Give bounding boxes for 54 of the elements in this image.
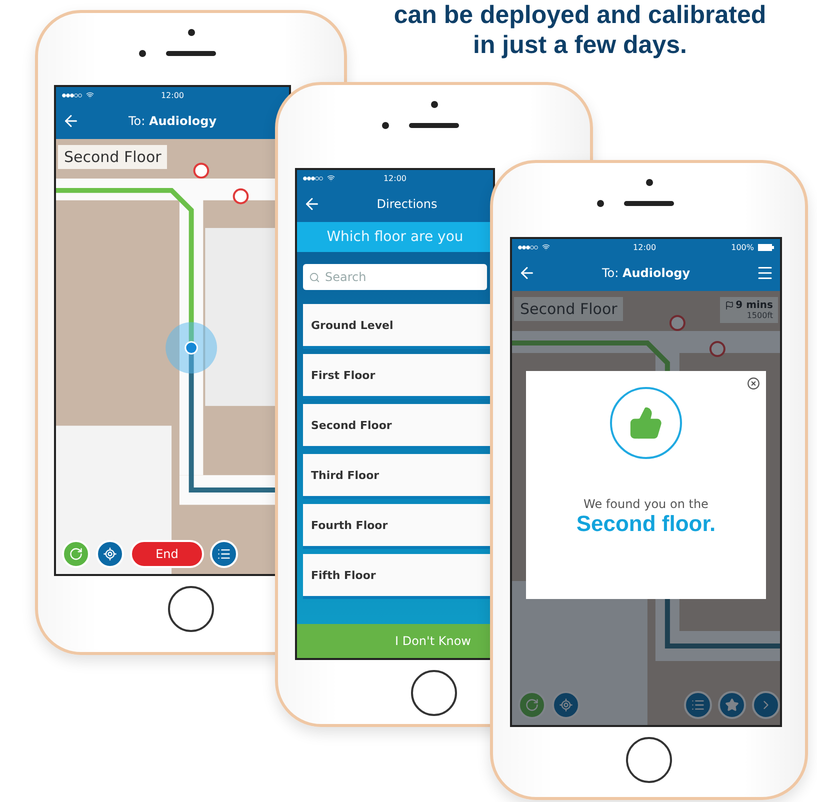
status-time: 12:00 bbox=[383, 174, 407, 182]
search-icon bbox=[309, 272, 320, 282]
list-icon bbox=[691, 698, 705, 712]
flag-icon bbox=[724, 301, 734, 310]
header-title: Directions bbox=[376, 197, 438, 211]
camera-dot bbox=[431, 101, 438, 108]
end-button[interactable]: End bbox=[130, 540, 204, 568]
thumbs-up-icon bbox=[629, 406, 663, 440]
refresh-icon bbox=[525, 698, 539, 712]
battery-level: 100% bbox=[731, 242, 754, 252]
battery-icon bbox=[758, 244, 774, 250]
signal-icon bbox=[303, 176, 323, 180]
home-button[interactable] bbox=[168, 586, 214, 632]
eta-time: 9 mins bbox=[724, 300, 773, 311]
status-time: 12:00 bbox=[633, 242, 656, 252]
speaker-slot bbox=[409, 123, 459, 128]
wifi-icon bbox=[542, 243, 550, 251]
home-button[interactable] bbox=[411, 670, 457, 716]
camera-dot bbox=[139, 50, 146, 57]
found-floor: Second floor. bbox=[576, 511, 716, 537]
refresh-icon bbox=[69, 547, 83, 561]
close-icon[interactable] bbox=[747, 377, 760, 390]
headline-text: in just a few days. bbox=[473, 30, 687, 60]
camera-dot bbox=[188, 29, 195, 36]
floor-option[interactable]: First Floor bbox=[303, 354, 493, 399]
floor-option[interactable]: Fourth Floor bbox=[303, 504, 493, 549]
wifi-icon bbox=[327, 174, 335, 182]
signal-icon bbox=[62, 92, 82, 98]
floor-option[interactable]: Second Floor bbox=[303, 404, 493, 449]
star-icon bbox=[725, 698, 739, 712]
header-title: To: Audiology bbox=[600, 266, 692, 280]
list-icon bbox=[217, 547, 231, 561]
found-message: We found you on the bbox=[584, 497, 708, 511]
signal-icon bbox=[518, 244, 538, 250]
floor-option[interactable]: Ground Level bbox=[303, 304, 493, 349]
eta-distance: 1500ft bbox=[746, 311, 773, 320]
wifi-icon bbox=[86, 91, 94, 99]
status-time: 12:00 bbox=[160, 90, 184, 100]
home-button[interactable] bbox=[626, 737, 672, 783]
speaker-slot bbox=[166, 51, 216, 56]
floor-option[interactable]: Third Floor bbox=[303, 454, 493, 499]
crosshair-icon bbox=[559, 698, 573, 712]
camera-dot bbox=[646, 179, 653, 186]
crosshair-icon bbox=[103, 547, 117, 561]
speaker-slot bbox=[624, 201, 674, 206]
floor-label: Second Floor bbox=[514, 297, 624, 321]
headline-text: can be deployed and calibrated bbox=[394, 0, 766, 30]
floor-question: Which floor are you bbox=[297, 222, 493, 252]
camera-dot bbox=[382, 122, 389, 129]
floor-label: Second Floor bbox=[58, 145, 168, 169]
menu-icon[interactable] bbox=[756, 264, 774, 282]
floor-option[interactable]: Fifth Floor bbox=[303, 554, 493, 599]
camera-dot bbox=[597, 200, 604, 207]
header-title: To: Audiology bbox=[127, 114, 218, 128]
